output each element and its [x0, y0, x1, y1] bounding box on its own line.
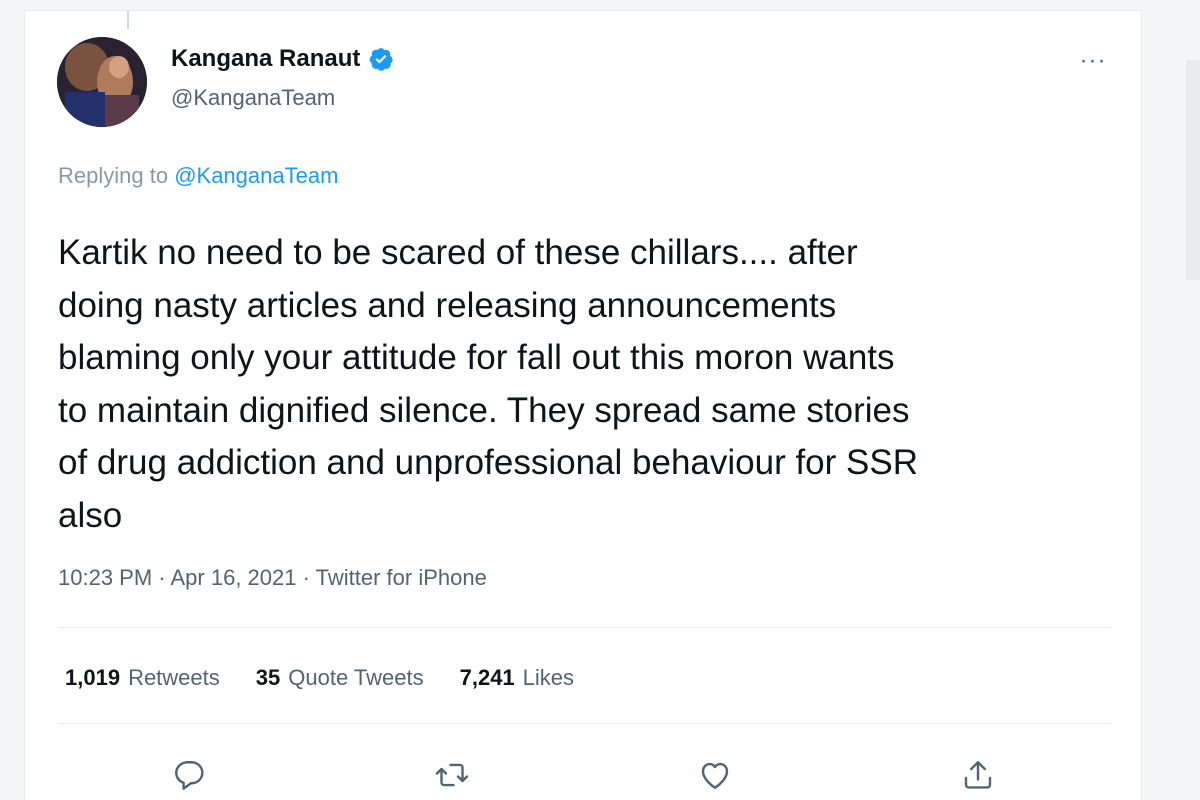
- thread-connector-line: [127, 11, 129, 29]
- share-button[interactable]: [956, 753, 1000, 797]
- retweet-icon: [435, 763, 469, 787]
- like-icon: [701, 762, 729, 789]
- avatar-photo-icon: [57, 37, 147, 127]
- author-display-name[interactable]: Kangana Ranaut: [171, 45, 360, 73]
- divider: [58, 627, 1111, 628]
- retweets-label: Retweets: [128, 665, 220, 690]
- retweets-stat[interactable]: 1,019 Retweets: [65, 665, 220, 691]
- author-handle[interactable]: @KanganaTeam: [171, 85, 335, 111]
- tweet-stats: 1,019 Retweets 35 Quote Tweets 7,241 Likes: [65, 665, 574, 691]
- adjacent-panel-edge: [1186, 60, 1200, 280]
- tweet-card[interactable]: Kangana Ranaut @KanganaTeam ··· Replying…: [24, 10, 1142, 800]
- tweet-actions-bar: [25, 753, 1141, 800]
- replying-to-prefix: Replying to: [58, 163, 175, 188]
- author-avatar[interactable]: [57, 37, 147, 127]
- tweet-text: Kartik no need to be scared of these chi…: [58, 233, 918, 535]
- likes-label: Likes: [522, 665, 575, 690]
- reply-button[interactable]: [167, 753, 211, 797]
- quote-tweets-stat[interactable]: 35 Quote Tweets: [256, 665, 424, 691]
- divider: [58, 723, 1111, 724]
- like-button[interactable]: [693, 753, 737, 797]
- reply-icon: [175, 761, 204, 790]
- replying-to-mention-link[interactable]: @KanganaTeam: [174, 163, 338, 188]
- share-icon: [964, 761, 992, 789]
- more-options-icon[interactable]: ···: [1075, 43, 1111, 79]
- screenshot-stage: Kangana Ranaut @KanganaTeam ··· Replying…: [0, 0, 1200, 800]
- retweets-count: 1,019: [65, 665, 121, 690]
- quote-tweets-count: 35: [255, 665, 281, 690]
- replying-to-line: Replying to @KanganaTeam: [58, 163, 338, 189]
- retweet-button[interactable]: [430, 753, 474, 797]
- quote-tweets-label: Quote Tweets: [288, 665, 424, 690]
- likes-stat[interactable]: 7,241 Likes: [460, 665, 574, 691]
- likes-count: 7,241: [459, 665, 515, 690]
- author-name-row[interactable]: Kangana Ranaut: [171, 45, 394, 73]
- verified-badge-icon: [370, 48, 394, 71]
- tweet-timestamp[interactable]: 10:23 PM · Apr 16, 2021 · Twitter for iP…: [58, 565, 487, 591]
